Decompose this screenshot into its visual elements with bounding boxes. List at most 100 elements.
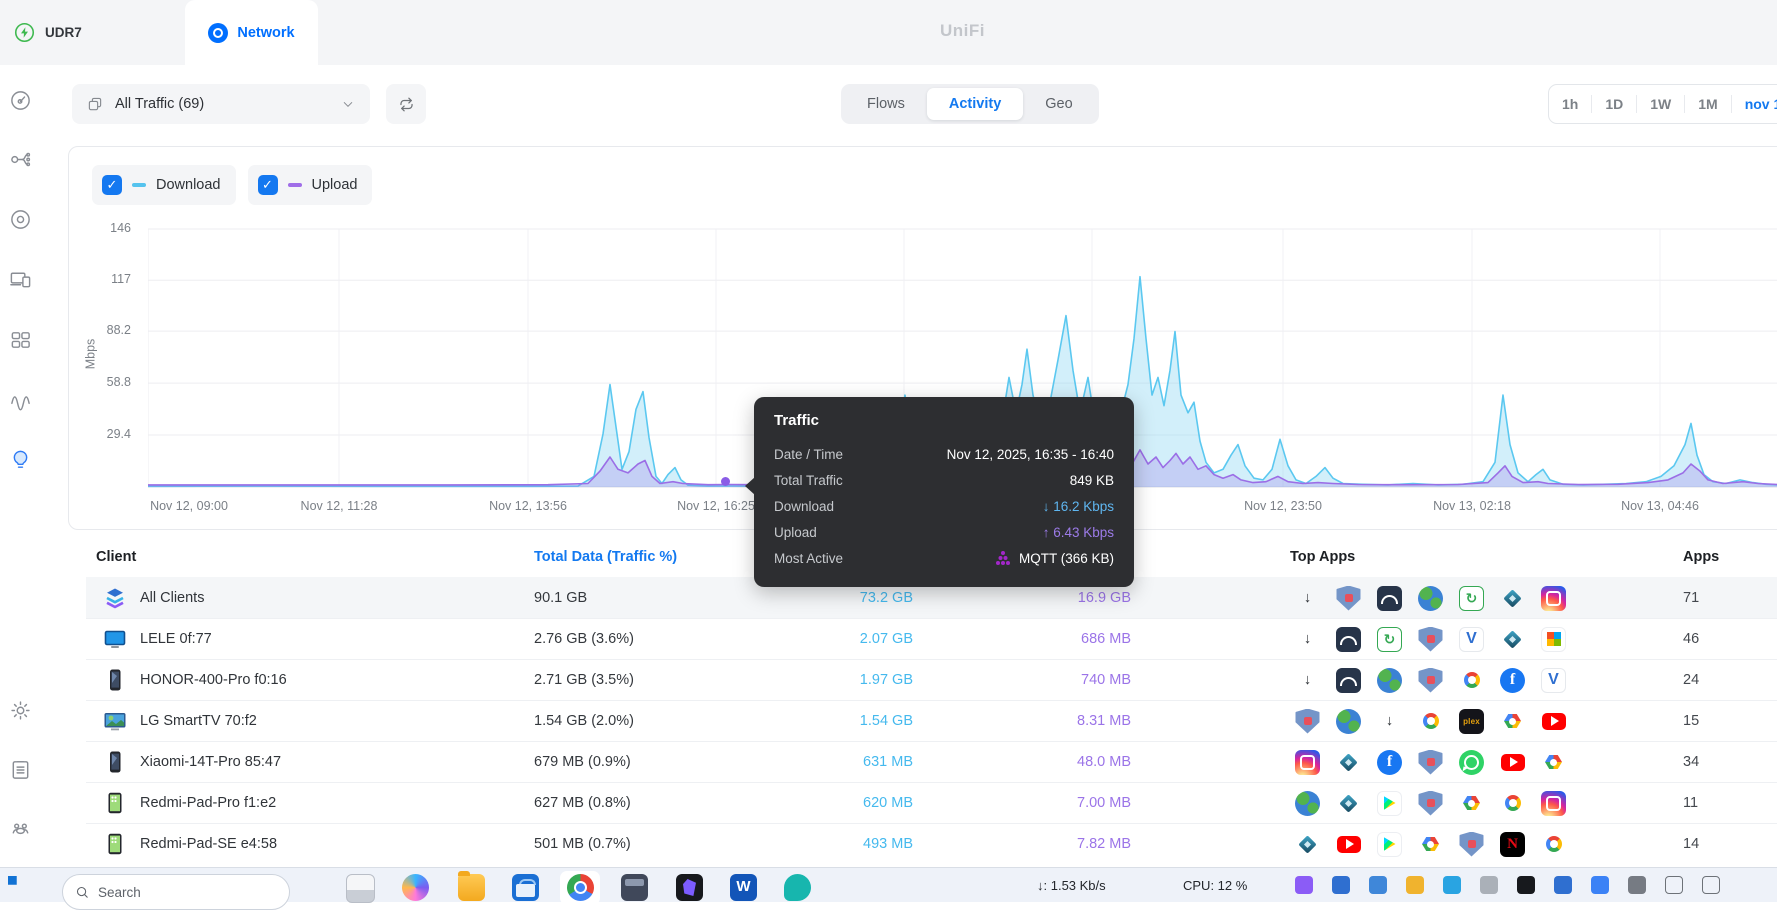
app-icon-layers [1336, 750, 1361, 775]
window-icon[interactable] [1665, 876, 1683, 894]
tab-geo[interactable]: Geo [1023, 88, 1094, 120]
search-icon [76, 886, 88, 898]
sidebar-item-admins[interactable] [3, 811, 37, 845]
client-row[interactable]: HONOR-400-Pro f0:16 2.71 GB (3.5%) 1.97 GB… [86, 659, 1777, 700]
tab-activity[interactable]: Activity [926, 88, 1024, 120]
tray-icon-5[interactable] [1443, 876, 1461, 894]
client-row[interactable]: LG SmartTV 70:f2 1.54 GB (2.0%) 1.54 GB 8.3… [86, 700, 1777, 741]
sidebar-item-insights[interactable] [3, 442, 37, 476]
checkbox-checked-icon[interactable]: ✓ [102, 175, 122, 195]
x-axis-tick: Nov 13, 04:46 [1621, 499, 1699, 513]
app-icon-gcloud [1418, 831, 1443, 857]
legend-toggle-download[interactable]: ✓ Download [92, 165, 236, 205]
tray-icon-6[interactable] [1480, 876, 1498, 894]
total-data: 501 MB (0.7%) [534, 836, 631, 852]
sidebar-item-topology[interactable] [3, 142, 37, 176]
apps-count: 14 [1683, 836, 1700, 852]
taskbar-search-input[interactable]: Search [62, 874, 290, 910]
sidebar-item-devices[interactable] [3, 202, 37, 236]
y-axis-tick: 88.2 [106, 323, 131, 338]
mqtt-signal-icon [995, 552, 1011, 565]
y-axis-tick: 117 [111, 272, 131, 287]
top-apps-icons: ↓ plex [1295, 701, 1566, 741]
tray-icon-8[interactable] [1554, 876, 1572, 894]
app-icon-speedtest [1336, 667, 1361, 693]
time-range-1M[interactable]: 1M [1685, 96, 1730, 112]
time-range-nov-12--[interactable]: nov 12 - [1732, 96, 1777, 112]
apps-count: 71 [1683, 590, 1700, 606]
app-icon-shield [1418, 749, 1443, 775]
tooltip-value: MQTT (366 KB) [995, 551, 1114, 566]
unifi-network-icon [208, 22, 229, 43]
net-speed-indicator[interactable]: ↓: 1.53 Kb/s [1037, 878, 1106, 893]
app-icon-shield [1418, 667, 1443, 693]
auto-refresh-icon [399, 97, 413, 111]
legend-label: Upload [311, 177, 358, 193]
x-axis-tick: Nov 13, 02:18 [1433, 499, 1511, 513]
checkbox-checked-icon[interactable]: ✓ [257, 175, 278, 195]
time-range-1W[interactable]: 1W [1637, 96, 1684, 112]
series-color-dash [132, 183, 146, 187]
download-value: 620 MB [863, 795, 913, 811]
app-icon-shield [1336, 585, 1361, 611]
start-button[interactable] [8, 876, 17, 885]
volume-icon[interactable] [1702, 876, 1720, 894]
col-header-top-apps[interactable]: Top Apps [1290, 549, 1355, 565]
app-icon-whatsapp [1459, 749, 1484, 775]
all-clients-icon [102, 585, 128, 611]
chart-hover-marker [721, 477, 730, 486]
app-icon-google [1459, 667, 1484, 693]
app-icon-globe [1336, 708, 1361, 734]
client-row[interactable]: LELE 0f:77 2.76 GB (3.6%) 2.07 GB 686 MB ↓ ↻ V… [86, 618, 1777, 659]
tab-flows[interactable]: Flows [845, 88, 927, 120]
sidebar-item-networks[interactable] [3, 322, 37, 356]
top-apps-icons: f [1295, 742, 1566, 782]
gauge-icon [9, 89, 32, 112]
tooltip-row: Most Active MQTT (366 KB) [774, 545, 1114, 571]
time-range-1D[interactable]: 1D [1592, 96, 1636, 112]
x-axis-tick: Nov 12, 23:50 [1244, 499, 1322, 513]
sidebar-item-radios[interactable] [3, 382, 37, 416]
cpu-indicator[interactable]: CPU: 12 % [1183, 878, 1247, 893]
console-switcher[interactable]: UDR7 [14, 0, 82, 65]
sidebar-item-dashboard[interactable] [3, 83, 37, 117]
client-row[interactable]: Redmi-Pad-Pro f1:e2 627 MB (0.8%) 620 MB 7.… [86, 782, 1777, 823]
tray-icon-2[interactable] [1332, 876, 1350, 894]
col-header-total-data[interactable]: Total Data (Traffic %) [534, 549, 677, 565]
col-header-client[interactable]: Client [96, 549, 136, 565]
sidebar-item-logs[interactable] [3, 752, 37, 786]
auto-refresh-button[interactable] [386, 84, 426, 124]
client-row[interactable]: Xiaomi-14T-Pro 85:47 679 MB (0.9%) 631 MB 4… [86, 741, 1777, 782]
tab-network-label: Network [237, 24, 295, 41]
tooltip-row: Download ↓ 16.2 Kbps [774, 493, 1114, 519]
chart-legend: ✓ Download ✓ Upload [92, 165, 373, 205]
tooltip-value: Nov 12, 2025, 16:35 - 16:40 [946, 446, 1114, 462]
app-icon-globe [1418, 585, 1443, 611]
files-app-icon[interactable] [346, 874, 375, 903]
view-tabs: Flows Activity Geo [841, 84, 1099, 124]
col-header-apps[interactable]: Apps [1683, 549, 1719, 565]
traffic-filter-dropdown[interactable]: All Traffic (69) [72, 84, 370, 124]
tray-icon-9[interactable] [1591, 876, 1609, 894]
tray-icon-1[interactable] [1295, 876, 1313, 894]
tray-icon-4[interactable] [1406, 876, 1424, 894]
tray-icon-7[interactable] [1517, 876, 1535, 894]
topbar: UDR7 Network UniFi [0, 0, 1777, 65]
tablet-icon [102, 790, 128, 816]
client-row[interactable]: Redmi-Pad-SE e4:58 501 MB (0.7%) 493 MB 7.8… [86, 823, 1777, 864]
tray-icon-3[interactable] [1369, 876, 1387, 894]
app-icon-facebook: f [1377, 749, 1402, 775]
tab-network[interactable]: Network [185, 0, 318, 65]
y-axis-tick: 58.8 [106, 375, 131, 390]
client-name: Redmi-Pad-Pro f1:e2 [140, 795, 277, 811]
clients-icon [9, 268, 32, 291]
legend-toggle-upload[interactable]: ✓ Upload [247, 165, 373, 205]
time-range-1h[interactable]: 1h [1549, 96, 1591, 112]
sidebar-item-settings[interactable] [3, 693, 37, 727]
app-icon-download-app: ↓ [1303, 631, 1312, 647]
sidebar-item-clients[interactable] [3, 262, 37, 296]
tray-icon-10[interactable] [1628, 876, 1646, 894]
console-name: UDR7 [45, 25, 82, 40]
tooltip-title: Traffic [774, 412, 820, 429]
app-icon-download-app: ↓ [1303, 590, 1312, 606]
